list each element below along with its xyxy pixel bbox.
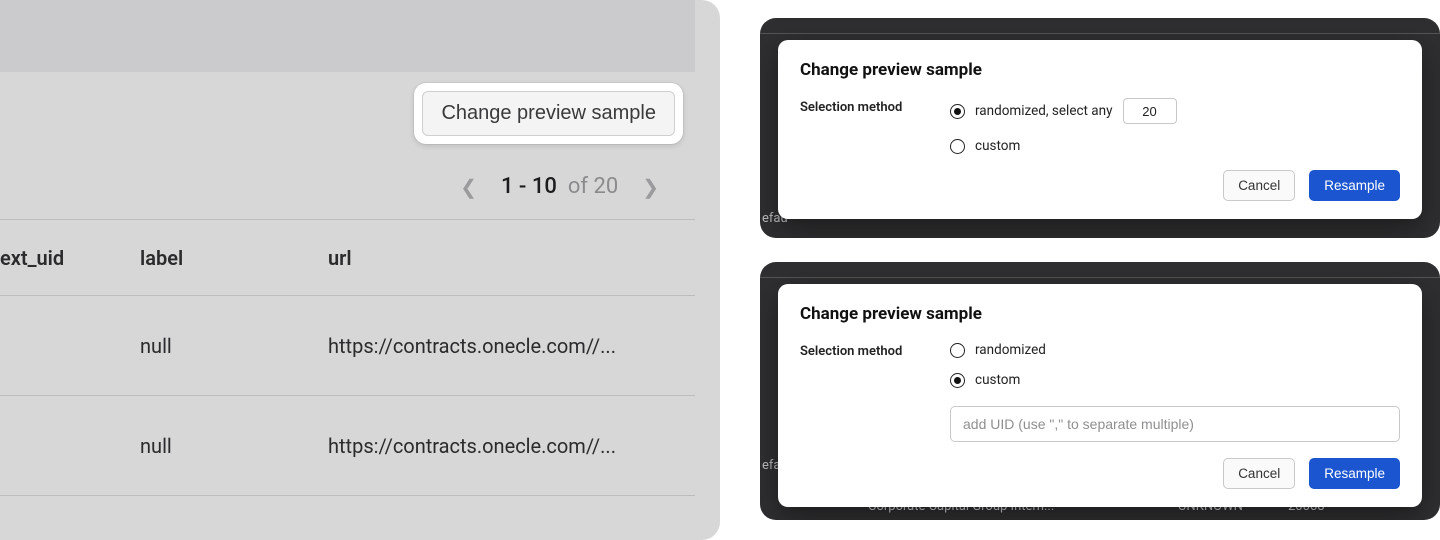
pagination-range: 1 - 10 <box>501 174 557 199</box>
cancel-button[interactable]: Cancel <box>1223 458 1295 489</box>
selection-method-label: Selection method <box>800 342 950 359</box>
radio-custom-label: custom <box>975 138 1020 154</box>
chevron-left-icon[interactable]: ❮ <box>460 175 477 199</box>
change-preview-sample-modal-custom: Change preview sample Selection method r… <box>778 284 1422 507</box>
cell-url: https://contracts.onecle.com//... <box>328 434 695 458</box>
modal-title: Change preview sample <box>800 304 1400 324</box>
radio-randomized[interactable] <box>950 343 965 358</box>
change-preview-sample-button[interactable]: Change preview sample <box>422 91 675 136</box>
column-header-url: url <box>328 246 695 270</box>
modal-backdrop: efau Corporate Capital Group Intern... U… <box>760 262 1440 520</box>
column-header-label: label <box>140 246 328 270</box>
table-header-row: ext_uid label url <box>0 220 695 296</box>
table-row: null https://contracts.onecle.com//... <box>0 396 695 496</box>
change-preview-sample-highlight: Change preview sample <box>414 83 683 144</box>
modal-title: Change preview sample <box>800 60 1400 80</box>
table-row: null https://contracts.onecle.com//... <box>0 296 695 396</box>
cancel-button[interactable]: Cancel <box>1223 170 1295 201</box>
resample-button[interactable]: Resample <box>1309 458 1400 489</box>
radio-custom-label: custom <box>975 372 1020 388</box>
selection-method-label: Selection method <box>800 98 950 115</box>
chevron-right-icon[interactable]: ❯ <box>642 175 659 199</box>
radio-randomized-label: randomized <box>975 342 1046 358</box>
radio-randomized[interactable] <box>950 104 965 119</box>
resample-button[interactable]: Resample <box>1309 170 1400 201</box>
table-preview-panel: Change preview sample ❮ 1 - 10 of 20 ❯ e… <box>0 0 720 540</box>
change-preview-sample-modal-randomized: Change preview sample Selection method r… <box>778 40 1422 219</box>
sample-count-input[interactable] <box>1123 98 1177 124</box>
modal-backdrop: efau Change preview sample Selection met… <box>760 18 1440 238</box>
window-titlebar <box>0 0 695 72</box>
column-header-ext-uid: ext_uid <box>0 246 140 270</box>
cell-url: https://contracts.onecle.com//... <box>328 334 695 358</box>
uid-input[interactable] <box>950 406 1400 442</box>
pagination-total: 20 <box>594 174 619 199</box>
cell-label: null <box>140 334 328 358</box>
radio-randomized-label: randomized, select any <box>975 103 1113 119</box>
modals-panel: efau Change preview sample Selection met… <box>720 0 1440 540</box>
cell-label: null <box>140 434 328 458</box>
radio-custom[interactable] <box>950 373 965 388</box>
pagination: ❮ 1 - 10 of 20 ❯ <box>0 154 695 220</box>
radio-custom[interactable] <box>950 139 965 154</box>
